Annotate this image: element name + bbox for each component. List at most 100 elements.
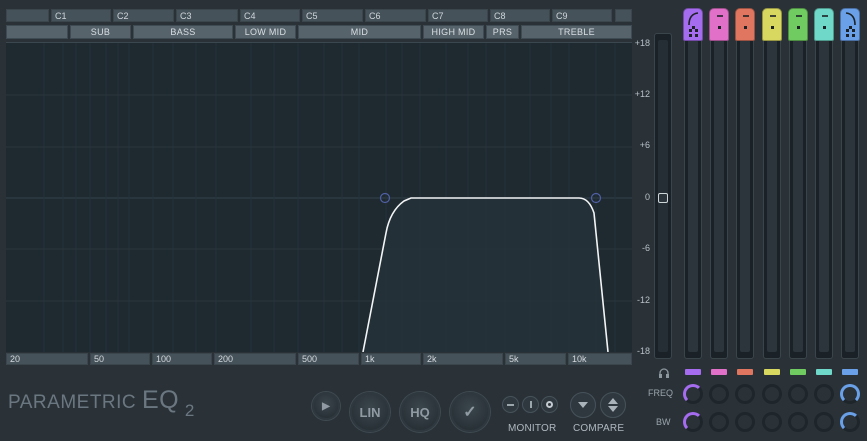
- band-3-bw-knob[interactable]: [735, 412, 755, 432]
- band-5-gain-slider[interactable]: [789, 33, 807, 359]
- band-ruler: SUB BASS LOW MID MID HIGH MID PRS TREBLE: [6, 25, 632, 39]
- slider-track: [845, 40, 855, 352]
- band-6-bw-knob[interactable]: [814, 412, 834, 432]
- headphones-icon[interactable]: [658, 366, 670, 378]
- band-7-freq-knob[interactable]: [840, 384, 860, 404]
- logo-version: 2: [184, 401, 195, 420]
- slider-track: [819, 40, 829, 352]
- slider-track: [714, 40, 724, 352]
- logo-text: PARAMETRIC: [8, 392, 137, 413]
- monitor-target-button[interactable]: [541, 396, 558, 413]
- note-cell: C5: [302, 9, 363, 22]
- band-7-gain-slider[interactable]: [841, 33, 859, 359]
- band-6-handle[interactable]: [814, 8, 834, 41]
- note-cell: C9: [552, 9, 612, 22]
- db-label: -12: [636, 295, 650, 305]
- bar-icon: [529, 401, 532, 408]
- filter-shape-icon: [796, 15, 802, 29]
- band-2-freq-knob[interactable]: [709, 384, 729, 404]
- note-cell: [6, 9, 49, 22]
- band-3-gain-slider[interactable]: [736, 33, 754, 359]
- compare-a-button[interactable]: [570, 392, 596, 418]
- band-3-handle[interactable]: [735, 8, 755, 41]
- filter-shape-icon: [688, 12, 699, 37]
- check-button[interactable]: ✓: [450, 392, 490, 432]
- note-cell: C1: [51, 9, 111, 22]
- freq-label: FREQ: [648, 388, 674, 398]
- monitor-bar-button[interactable]: [522, 396, 539, 413]
- slider-track: [740, 40, 750, 352]
- band-4-freq-knob[interactable]: [762, 384, 782, 404]
- compare-swap-button[interactable]: [600, 392, 626, 418]
- band-4-bw-knob[interactable]: [762, 412, 782, 432]
- master-gain-slider[interactable]: [654, 33, 672, 359]
- note-cell: [615, 9, 632, 22]
- up-down-icon: [608, 398, 618, 412]
- freq-cell: 200: [214, 353, 296, 365]
- band-cell: [6, 25, 68, 39]
- chevron-down-icon: [578, 402, 588, 408]
- monitor-label: MONITOR: [508, 423, 557, 434]
- band-cell-low-mid: LOW MID: [235, 25, 296, 39]
- band-7-bw-knob[interactable]: [840, 412, 860, 432]
- band-2-bw-knob[interactable]: [709, 412, 729, 432]
- compare-label: COMPARE: [573, 423, 625, 434]
- master-gain-handle[interactable]: [658, 193, 668, 203]
- band-1-gain-slider[interactable]: [684, 33, 702, 359]
- db-label: -6: [641, 243, 650, 253]
- target-icon: [546, 401, 553, 408]
- band-4-handle[interactable]: [762, 8, 782, 41]
- band-3-freq-knob[interactable]: [735, 384, 755, 404]
- filter-shape-icon: [822, 15, 828, 29]
- note-cell: C7: [428, 9, 488, 22]
- band-4-gain-slider[interactable]: [763, 33, 781, 359]
- slider-track: [767, 40, 777, 352]
- band-7-color-chip[interactable]: [842, 369, 858, 375]
- band-1-freq-knob[interactable]: [683, 384, 703, 404]
- band-2-gain-slider[interactable]: [710, 33, 728, 359]
- band-3-color-chip[interactable]: [737, 369, 753, 375]
- db-label: +12: [634, 89, 650, 99]
- band-5-bw-knob[interactable]: [788, 412, 808, 432]
- freq-cell: 50: [90, 353, 150, 365]
- note-cell: C6: [365, 9, 426, 22]
- logo-eq: EQ: [141, 386, 180, 414]
- filter-shape-icon: [770, 15, 776, 29]
- band-5-color-chip[interactable]: [790, 369, 806, 375]
- band-1-bw-knob[interactable]: [683, 412, 703, 432]
- note-cell: C3: [176, 9, 238, 22]
- band-2-handle[interactable]: [709, 8, 729, 41]
- band-1-handle[interactable]: [683, 8, 703, 41]
- hq-button[interactable]: HQ: [400, 392, 440, 432]
- band-cell-prs: PRS: [486, 25, 519, 39]
- minus-icon: [507, 403, 514, 406]
- band-6-freq-knob[interactable]: [814, 384, 834, 404]
- monitor-minus-button[interactable]: [502, 396, 519, 413]
- band-cell-high-mid: HIGH MID: [423, 25, 484, 39]
- filter-shape-icon: [845, 12, 856, 37]
- band-5-handle[interactable]: [788, 8, 808, 41]
- plugin-logo: PARAMETRIC EQ 2: [8, 386, 195, 420]
- band-7-handle[interactable]: [840, 8, 860, 41]
- db-scale: +18 +12 +6 0 -6 -12 -18: [620, 38, 650, 358]
- band-6-gain-slider[interactable]: [815, 33, 833, 359]
- filter-shape-icon: [743, 15, 749, 29]
- slider-track: [793, 40, 803, 352]
- freq-cell: 5k: [505, 353, 566, 365]
- bw-label: BW: [656, 417, 671, 427]
- eq-graph-svg: [6, 43, 632, 352]
- band-1-color-chip[interactable]: [685, 369, 701, 375]
- filter-shape-icon: [717, 15, 723, 29]
- band-cell-mid: MID: [298, 25, 421, 39]
- freq-cell: 100: [152, 353, 212, 365]
- frequency-ruler: 20 50 100 200 500 1k 2k 5k 10k: [6, 353, 632, 366]
- band-5-freq-knob[interactable]: [788, 384, 808, 404]
- play-button[interactable]: ▶: [312, 392, 340, 420]
- band-6-color-chip[interactable]: [816, 369, 832, 375]
- lin-button[interactable]: LIN: [350, 392, 390, 432]
- band-2-color-chip[interactable]: [711, 369, 727, 375]
- band-4-color-chip[interactable]: [764, 369, 780, 375]
- eq-graph[interactable]: [6, 42, 632, 352]
- note-ruler: C1 C2 C3 C4 C5 C6 C7 C8 C9: [6, 9, 632, 23]
- freq-cell: 10k: [568, 353, 632, 365]
